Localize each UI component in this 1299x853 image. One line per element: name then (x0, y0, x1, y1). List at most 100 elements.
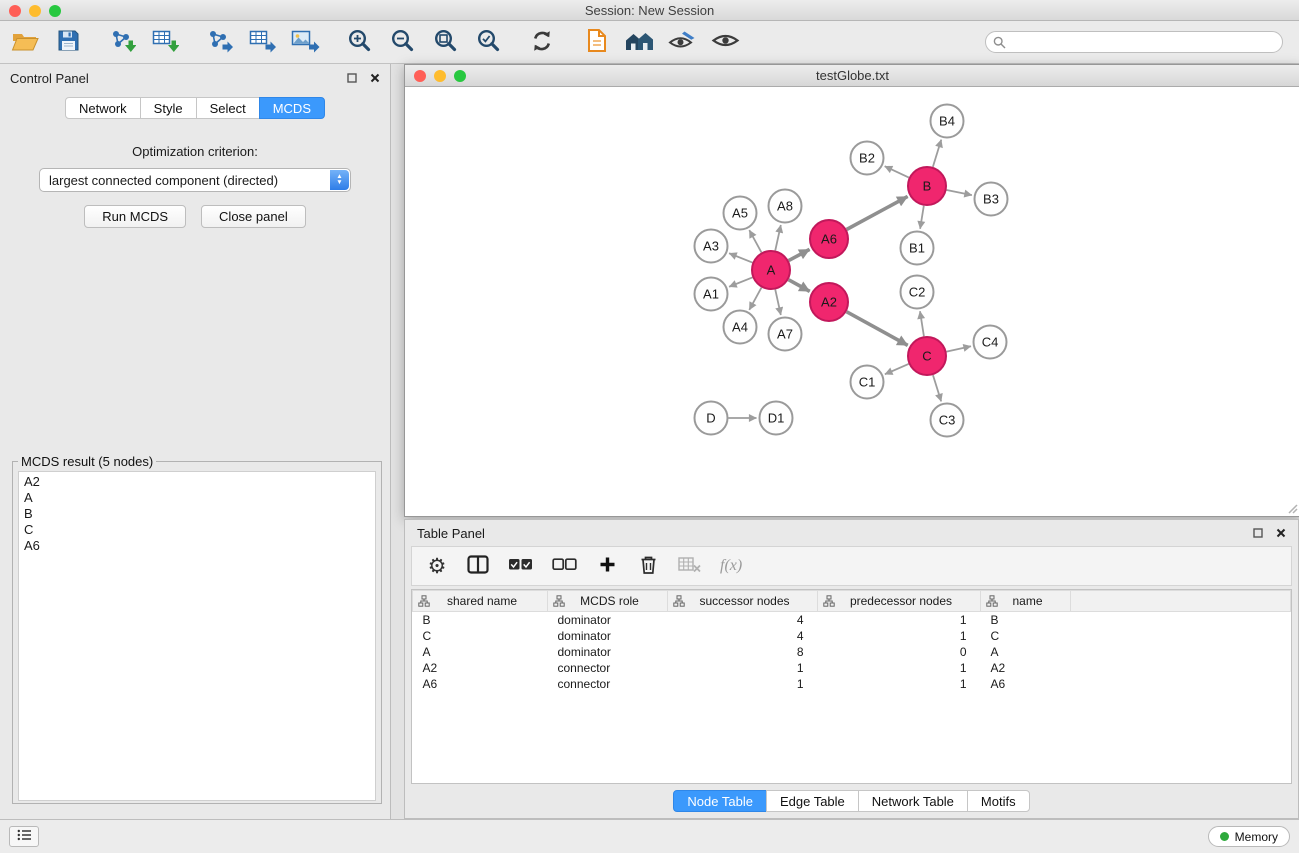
table-row[interactable]: Bdominator41B (413, 612, 1291, 628)
tab-mcds[interactable]: MCDS (259, 97, 325, 119)
refresh-button[interactable] (527, 27, 557, 57)
eye-pen-button[interactable] (667, 27, 697, 57)
graph-edge-A-A1[interactable] (729, 277, 752, 286)
trash-button[interactable] (637, 553, 659, 579)
graph-edge-C-C4[interactable] (947, 346, 971, 351)
folder-button[interactable] (10, 27, 40, 57)
graph-node-C4[interactable]: C4 (974, 326, 1007, 359)
graph-node-C3[interactable]: C3 (931, 404, 964, 437)
graph-edge-A-A3[interactable] (729, 253, 752, 262)
zoom-out-button[interactable] (387, 27, 417, 57)
float-table-panel-icon[interactable] (1253, 528, 1263, 538)
graph-node-C2[interactable]: C2 (901, 276, 934, 309)
graph-node-B[interactable]: B (908, 167, 946, 205)
gear-button[interactable]: ⚙ (426, 553, 448, 579)
table-tab-edge-table[interactable]: Edge Table (766, 790, 859, 812)
graph-node-B2[interactable]: B2 (851, 142, 884, 175)
graph-edge-A-A2[interactable] (789, 280, 810, 292)
graph-edge-A-A8[interactable] (775, 225, 781, 250)
graph-edge-A-A5[interactable] (749, 230, 761, 252)
graph-node-D1[interactable]: D1 (760, 402, 793, 435)
deselect-all-button[interactable] (552, 553, 577, 579)
image-export-button[interactable] (290, 27, 320, 57)
table-tab-motifs[interactable]: Motifs (967, 790, 1030, 812)
graph-node-B4[interactable]: B4 (931, 105, 964, 138)
graph-node-D[interactable]: D (695, 402, 728, 435)
graph-edge-C-C1[interactable] (885, 364, 909, 374)
column-header-name[interactable]: name (981, 591, 1071, 612)
graph-node-B3[interactable]: B3 (975, 183, 1008, 216)
graph-edge-A6-B[interactable] (847, 196, 908, 229)
graph-edge-B-B1[interactable] (920, 206, 924, 229)
close-panel-button[interactable]: Close panel (201, 205, 306, 228)
graph-edge-C-C3[interactable] (933, 375, 941, 401)
column-header-successor-nodes[interactable]: successor nodes (668, 591, 818, 612)
panel-menu-button[interactable] (9, 826, 39, 847)
graph-edge-B-B4[interactable] (933, 140, 941, 167)
graph-edge-A-A6[interactable] (789, 249, 810, 260)
houses-button[interactable] (624, 27, 654, 57)
network-window-titlebar[interactable]: testGlobe.txt (405, 65, 1299, 87)
select-all-button[interactable] (508, 553, 533, 579)
graph-edge-A-A4[interactable] (749, 288, 761, 310)
graph-node-A6[interactable]: A6 (810, 220, 848, 258)
column-button[interactable] (467, 553, 489, 579)
table-tab-network-table[interactable]: Network Table (858, 790, 968, 812)
column-header-shared-name[interactable]: shared name (413, 591, 548, 612)
table-row[interactable]: Cdominator41C (413, 628, 1291, 644)
network-export-button[interactable] (204, 27, 234, 57)
document-button[interactable] (581, 27, 611, 57)
graph-node-A4[interactable]: A4 (724, 311, 757, 344)
mcds-result-list[interactable]: A2ABCA6 (18, 471, 376, 801)
resize-corner[interactable] (1286, 502, 1298, 514)
table-export-button[interactable] (247, 27, 277, 57)
zoom-fit-button[interactable] (430, 27, 460, 57)
zoom-in-button[interactable] (344, 27, 374, 57)
graph-node-C1[interactable]: C1 (851, 366, 884, 399)
column-header-predecessor-nodes[interactable]: predecessor nodes (818, 591, 981, 612)
criterion-dropdown[interactable]: largest connected component (directed) ▲… (39, 168, 351, 192)
graph-node-A8[interactable]: A8 (769, 190, 802, 223)
svg-text:C2: C2 (909, 285, 926, 300)
graph-node-A5[interactable]: A5 (724, 197, 757, 230)
graph-edge-A2-C[interactable] (847, 312, 908, 346)
graph-edge-B-B3[interactable] (947, 190, 972, 195)
mcds-result-item[interactable]: B (24, 506, 370, 522)
float-panel-icon[interactable] (347, 73, 357, 83)
network-canvas[interactable]: A A1 A2 A3 A4 A5 A6 A7 A8 B B1 B2 B3 B4 C C1 C2 C3 C4 D D1 (405, 87, 1299, 516)
graph-node-A[interactable]: A (752, 251, 790, 289)
table-row[interactable]: Adominator80A (413, 644, 1291, 660)
close-panel-icon[interactable] (370, 73, 380, 83)
tab-select[interactable]: Select (196, 97, 260, 119)
table-tab-node-table[interactable]: Node Table (673, 790, 767, 812)
graph-node-A2[interactable]: A2 (810, 283, 848, 321)
graph-node-C[interactable]: C (908, 337, 946, 375)
graph-node-B1[interactable]: B1 (901, 232, 934, 265)
zoom-check-button[interactable] (473, 27, 503, 57)
mcds-result-item[interactable]: C (24, 522, 370, 538)
search-input[interactable] (985, 31, 1283, 53)
graph-edge-B-B2[interactable] (885, 166, 909, 177)
eye-button[interactable] (710, 27, 740, 57)
mcds-result-item[interactable]: A6 (24, 538, 370, 554)
network-import-button[interactable] (107, 27, 137, 57)
network-graph[interactable]: A A1 A2 A3 A4 A5 A6 A7 A8 B B1 B2 B3 B4 C C1 C2 C3 C4 D D1 (405, 87, 1299, 516)
graph-node-A7[interactable]: A7 (769, 318, 802, 351)
close-table-panel-icon[interactable] (1276, 528, 1286, 538)
graph-edge-C-C2[interactable] (920, 311, 924, 336)
table-row[interactable]: A2connector11A2 (413, 660, 1291, 676)
table-import-button[interactable] (150, 27, 180, 57)
tab-style[interactable]: Style (140, 97, 197, 119)
graph-node-A1[interactable]: A1 (695, 278, 728, 311)
tab-network[interactable]: Network (65, 97, 141, 119)
graph-node-A3[interactable]: A3 (695, 230, 728, 263)
memory-button[interactable]: Memory (1208, 826, 1290, 847)
plus-button[interactable] (596, 553, 618, 579)
mcds-result-item[interactable]: A2 (24, 474, 370, 490)
floppy-button[interactable] (53, 27, 83, 57)
graph-edge-A-A7[interactable] (775, 290, 781, 315)
table-row[interactable]: A6connector11A6 (413, 676, 1291, 692)
mcds-result-item[interactable]: A (24, 490, 370, 506)
column-header-MCDS-role[interactable]: MCDS role (548, 591, 668, 612)
run-mcds-button[interactable]: Run MCDS (84, 205, 186, 228)
